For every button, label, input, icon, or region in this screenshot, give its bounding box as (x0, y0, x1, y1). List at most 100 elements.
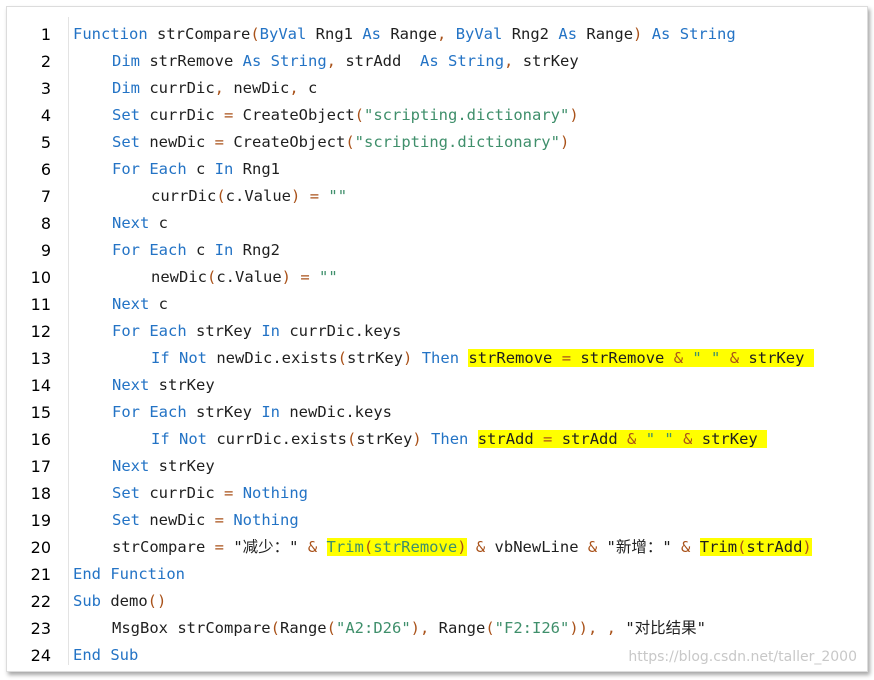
highlighted-token (720, 349, 730, 367)
code-token: strKey (347, 349, 404, 367)
code-text: Next c (112, 291, 168, 318)
code-token: ) (281, 268, 292, 286)
highlighted-token: " " (692, 349, 721, 367)
highlighted-token: strAdd (477, 430, 544, 448)
code-token: currDic.keys (280, 322, 402, 340)
code-text: currDic(c.Value) = "" (151, 183, 347, 210)
keyword-token: ByVal (455, 25, 503, 43)
keyword-token: Set (112, 484, 140, 502)
code-token: & (681, 538, 691, 556)
line-number: 11 (30, 295, 51, 314)
line-number: 18 (30, 484, 51, 503)
highlighted-token: & (729, 349, 740, 367)
code-token: newDic (140, 133, 215, 151)
code-text: Function strCompare(ByVal Rng1 As Range,… (73, 21, 736, 48)
code-token: currDic (140, 79, 215, 97)
keyword-token: Set (112, 133, 140, 151)
code-token: CreateObject (224, 133, 346, 151)
code-token: , (504, 52, 514, 70)
code-token: , (326, 52, 337, 70)
code-line: 7 currDic(c.Value) = "" (7, 183, 867, 210)
code-line: 1 Function strCompare(ByVal Rng1 As Range… (7, 21, 867, 48)
code-token: strCompare (112, 538, 215, 556)
highlighted-token: = (543, 430, 553, 448)
code-token: MsgBox strCompare (112, 619, 271, 637)
keyword-token: Next (112, 457, 150, 475)
string-token: "F2:I26" (494, 619, 570, 637)
code-token: ( (270, 619, 280, 637)
code-token: ), (410, 619, 430, 637)
code-token: & (307, 538, 318, 556)
code-token: newDic (224, 79, 290, 97)
keyword-token: Set (112, 511, 140, 529)
code-token: ( (354, 106, 365, 124)
highlighted-token (673, 430, 684, 448)
code-token: c (149, 295, 168, 313)
code-line: 21 End Function (7, 561, 867, 588)
code-token: ( (207, 268, 217, 286)
code-token: ( (337, 349, 348, 367)
code-line: 22 Sub demo() (7, 588, 867, 615)
code-token: ( (347, 430, 357, 448)
code-token: newDic (140, 511, 215, 529)
code-token: ) (403, 349, 413, 367)
keyword-token: Dim (112, 79, 140, 97)
highlighted-token: strRemove (468, 349, 562, 367)
line-number: 22 (30, 592, 51, 611)
code-token: ( (250, 25, 260, 43)
code-text: Set currDic = Nothing (112, 480, 308, 507)
keyword-token: Each (149, 241, 187, 259)
code-token: ) (412, 430, 422, 448)
line-number: 21 (30, 565, 51, 584)
keyword-token: Not (179, 349, 208, 367)
highlighted-token: ) (457, 538, 467, 556)
code-line: 2 Dim strRemove As String, strAdd As Stri… (7, 48, 867, 75)
line-number: 4 (40, 106, 51, 125)
line-number: 9 (40, 241, 51, 260)
code-token: ( (216, 187, 226, 205)
keyword-token: Set (112, 106, 140, 124)
code-token: strKey (186, 403, 262, 421)
keyword-token: Sub (73, 592, 101, 610)
highlighted-token: strKey (739, 349, 814, 367)
code-block[interactable]: 1 Function strCompare(ByVal Rng1 As Range… (7, 21, 867, 669)
keyword-token: ByVal (259, 25, 307, 43)
keyword-token: For (112, 160, 140, 178)
code-text: For Each c In Rng1 (112, 156, 280, 183)
code-line: 15 For Each strKey In newDic.keys (7, 399, 867, 426)
code-text: For Each c In Rng2 (112, 237, 280, 264)
code-line: 3 Dim currDic, newDic, c (7, 75, 867, 102)
line-number: 16 (30, 430, 51, 449)
string-token: "A2:D26" (336, 619, 411, 637)
keyword-token: As (242, 52, 262, 70)
code-token: newDic.exists (207, 349, 338, 367)
code-line: 13 If Not newDic.exists(strKey) Then strR… (7, 345, 867, 372)
keyword-token: Nothing (233, 511, 299, 529)
code-token: , (214, 79, 224, 97)
code-text: For Each strKey In currDic.keys (112, 318, 401, 345)
code-line: 12 For Each strKey In currDic.keys (7, 318, 867, 345)
code-line: 23 MsgBox strCompare(Range("A2:D26"), Ran… (7, 615, 867, 642)
highlighted-token (636, 430, 646, 448)
code-token: demo (101, 592, 148, 610)
line-number: 19 (30, 511, 51, 530)
highlighted-token (683, 349, 693, 367)
code-token: ) (633, 25, 643, 43)
code-text: End Function (73, 561, 185, 588)
keyword-token: As (420, 52, 439, 70)
code-line: 8 Next c (7, 210, 867, 237)
highlighted-token: & (627, 430, 637, 448)
line-number: 8 (40, 214, 51, 233)
